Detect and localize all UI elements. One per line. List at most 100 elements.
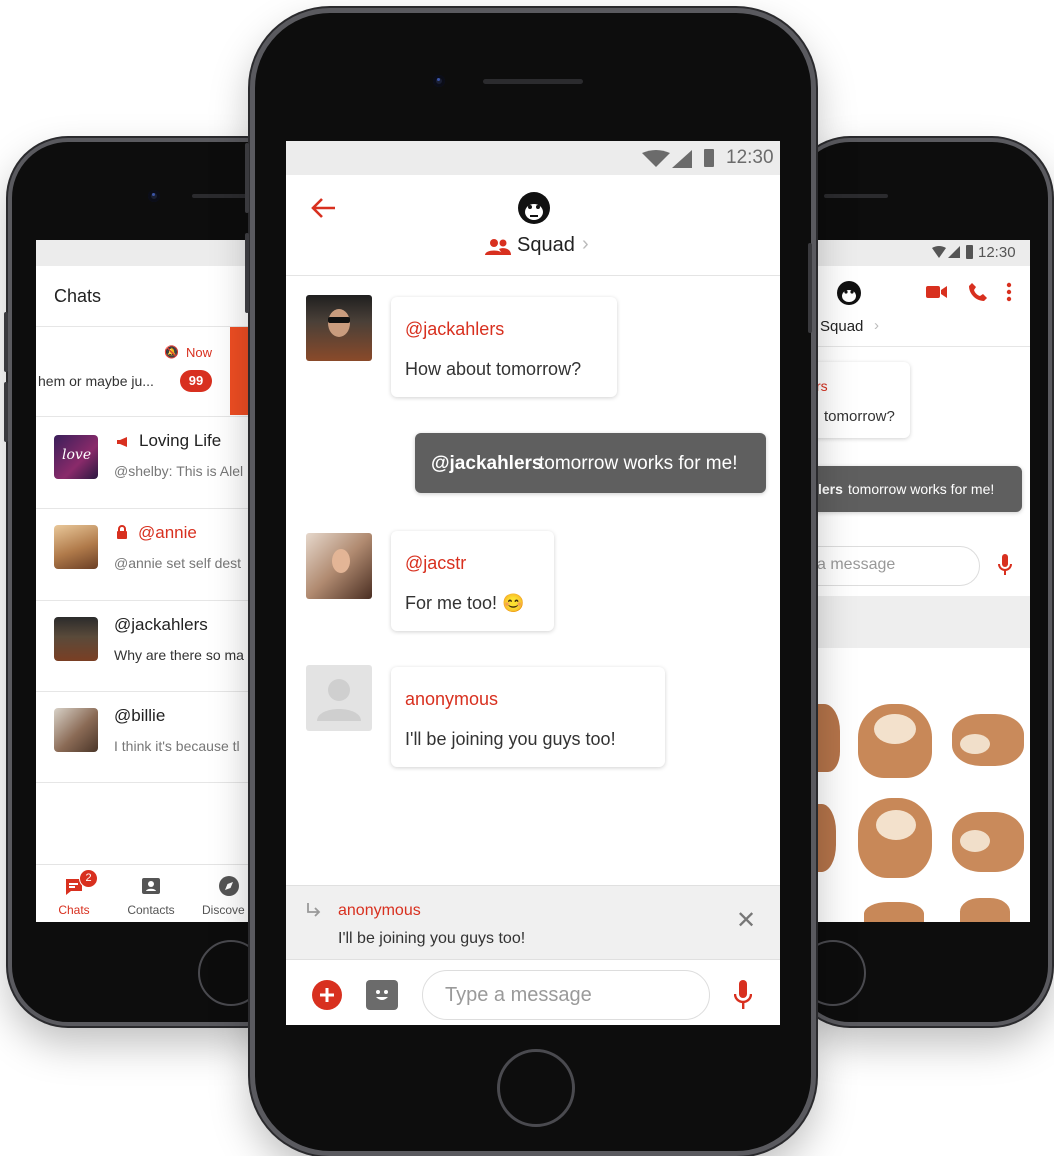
tab-badge: 2 (79, 869, 98, 888)
wifi-icon (932, 246, 962, 260)
chat-row[interactable]: @billie I think it's because tl (36, 692, 286, 782)
chat-header: Squad › (286, 175, 780, 276)
bottom-tab-bar: 2 Chats Contacts Discove (36, 864, 286, 922)
row-divider (36, 782, 286, 783)
status-time: 12:30 (978, 244, 1016, 261)
page-title: Chats (54, 286, 102, 306)
message-text: tomorrow works for me! (539, 453, 738, 474)
chat-row[interactable]: @jackahlers Why are there so ma (36, 601, 286, 691)
compass-icon (218, 875, 240, 897)
emoji-icon[interactable] (366, 980, 398, 1010)
close-icon[interactable]: ✕ (736, 906, 756, 935)
contact-card-icon (141, 877, 161, 895)
center-phone: 12:30 Squad › @jackahlers How about tomo… (245, 8, 816, 1156)
sticker[interactable] (814, 704, 840, 772)
power-button (808, 243, 812, 333)
more-menu-icon[interactable] (1006, 282, 1012, 302)
chat-preview: @annie set self dest (114, 555, 242, 571)
sticker[interactable] (960, 898, 1010, 922)
video-call-icon[interactable] (926, 284, 948, 300)
chat-preview: hem or maybe ju... (38, 373, 154, 389)
sticker-face (876, 810, 916, 840)
microphone-icon[interactable] (998, 554, 1012, 576)
message-sender[interactable]: anonymous (405, 689, 498, 710)
outgoing-message-bubble: lers tomorrow works for me! (814, 466, 1022, 512)
add-attachment-button[interactable] (312, 980, 342, 1010)
person-placeholder-icon (317, 679, 361, 721)
tab-contacts[interactable]: Contacts (120, 865, 182, 922)
sticker[interactable] (864, 902, 924, 922)
outgoing-message-bubble: @jackahlers tomorrow works for me! (415, 433, 766, 493)
sticker[interactable] (858, 704, 932, 778)
status-bar: 12:30 (814, 240, 1030, 266)
megaphone-icon (116, 435, 130, 447)
plus-icon (320, 988, 334, 1002)
tab-label: Chats (58, 903, 90, 917)
message-bubble: @jackahlers How about tomorrow? (391, 297, 617, 397)
chevron-right-icon: › (874, 317, 879, 334)
sticker-face (960, 734, 990, 754)
front-camera (433, 75, 445, 87)
home-button[interactable] (497, 1049, 575, 1127)
phone-call-icon[interactable] (968, 282, 988, 302)
group-avatar (836, 280, 862, 306)
volume-button (245, 233, 249, 313)
chat-row[interactable]: love Loving Life @shelby: This is Alel (36, 417, 286, 507)
avatar (54, 617, 98, 661)
status-time: 12:30 (726, 147, 774, 168)
microphone-icon[interactable] (733, 980, 753, 1010)
group-icon (485, 239, 511, 255)
swiped-chat-row[interactable]: 🔕 Now hem or maybe ju... 99 (36, 327, 286, 415)
sticker-face (960, 830, 990, 852)
tab-chats[interactable]: 2 Chats (46, 865, 102, 922)
group-avatar (517, 191, 551, 225)
message-text: I'll be joining you guys too! (405, 729, 616, 749)
chat-name: Loving Life (139, 431, 222, 450)
lock-icon (116, 525, 128, 539)
battery-icon (704, 149, 714, 167)
timestamp: Now (186, 345, 213, 360)
sticker[interactable] (814, 804, 836, 872)
message-input[interactable]: a message (814, 546, 980, 586)
input-placeholder: a message (817, 556, 896, 573)
anonymous-avatar (306, 665, 372, 731)
sticker-tray-header (814, 596, 1030, 648)
chat-name: @annie (138, 523, 197, 542)
message-sender[interactable]: @jackahlers (405, 319, 504, 340)
reply-text: I'll be joining you guys too! (338, 930, 526, 947)
earpiece (483, 79, 583, 84)
status-bar: 12:30 (286, 141, 780, 175)
tab-label: Contacts (127, 903, 175, 917)
back-arrow-icon[interactable] (310, 197, 336, 219)
chat-preview: Why are there so ma (114, 647, 244, 663)
input-placeholder: Type a message (445, 984, 592, 1006)
message-text: How about tomorrow? (405, 359, 582, 379)
unread-badge: 99 (180, 370, 212, 392)
mention: lers (818, 481, 843, 497)
signal-icon (672, 150, 694, 168)
composer-bar: Type a message (286, 959, 780, 1025)
right-phone: 12:30 Squad › rs tomorrow? lers tomorrow… (790, 138, 1052, 1026)
group-name[interactable]: Squad (517, 234, 575, 257)
chat-preview: I think it's because tl (114, 738, 240, 754)
message-bubble: @jacstr For me too! 😊 (391, 531, 554, 631)
message-bubble: rs tomorrow? (814, 362, 910, 438)
reply-sender: anonymous (338, 902, 421, 919)
avatar (54, 525, 98, 569)
sticker[interactable] (952, 812, 1024, 872)
sticker[interactable] (952, 714, 1024, 766)
group-name[interactable]: Squad (820, 318, 863, 335)
message-sender[interactable]: @jacstr (405, 553, 466, 574)
message-input[interactable]: Type a message (422, 970, 710, 1020)
message-sender: rs (816, 378, 828, 394)
mute-icon: 🔕 (164, 345, 179, 359)
sender-avatar (306, 533, 372, 599)
chevron-right-icon: › (582, 233, 589, 255)
reply-preview: anonymous I'll be joining you guys too! … (286, 885, 780, 960)
battery-icon (966, 245, 973, 259)
chat-row[interactable]: @annie @annie set self dest (36, 509, 286, 599)
reply-arrow-icon (306, 902, 322, 918)
avatar-face (332, 549, 350, 573)
sticker-face (874, 714, 916, 744)
sticker[interactable] (858, 798, 932, 878)
